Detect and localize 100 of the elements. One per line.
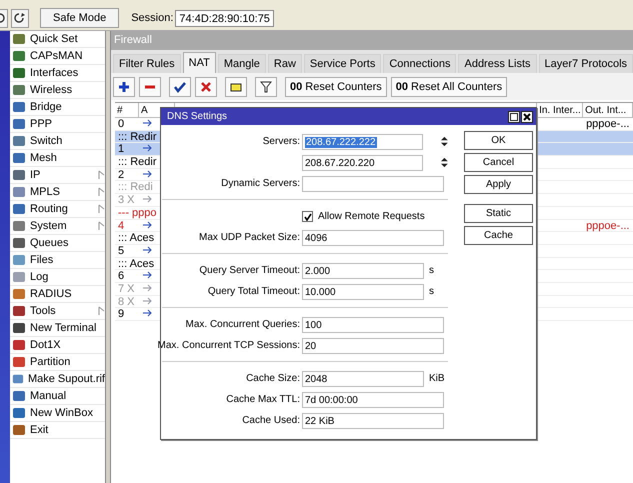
field-label: Cache Used: — [241, 415, 301, 426]
redo-button[interactable] — [11, 8, 29, 28]
input-field[interactable]: 2048 — [302, 370, 424, 386]
sidebar-item[interactable]: Make Supout.rif — [10, 371, 105, 388]
tab[interactable]: Address Lists — [458, 54, 537, 73]
tile-icon — [12, 287, 26, 301]
dialog-button[interactable]: Cancel — [464, 153, 533, 172]
sidebar-item[interactable]: Manual — [10, 388, 105, 405]
reset-counters-button[interactable]: 00 Reset Counters — [285, 76, 387, 96]
input-field[interactable]: 2.000 — [302, 262, 424, 278]
tab[interactable]: Filter Rules — [113, 54, 181, 73]
sidebar-item[interactable]: New WinBox — [10, 405, 105, 422]
input-field[interactable]: 20 — [302, 338, 444, 354]
sidebar-item[interactable]: Log — [10, 269, 105, 286]
sidebar-item[interactable]: Switch — [10, 133, 105, 150]
sidebar-item[interactable]: CAPsMAN — [10, 48, 105, 65]
safe-mode-button[interactable]: Safe Mode — [40, 8, 120, 28]
tab[interactable]: NAT — [182, 52, 216, 73]
input-field[interactable] — [302, 176, 444, 192]
tab[interactable]: Raw — [268, 54, 302, 73]
filter-button[interactable] — [255, 76, 277, 96]
sidebar-item[interactable]: Files — [10, 252, 105, 269]
table-cell-text: pppoe-... — [585, 118, 630, 131]
sidebar-item[interactable]: Routing — [10, 201, 105, 218]
dialog-button[interactable]: Static — [464, 204, 533, 223]
tile-icon — [12, 49, 26, 63]
close-icon — [523, 112, 531, 120]
spinner-icon[interactable] — [441, 136, 448, 147]
session-field[interactable]: 74:4D:28:90:10:75 — [175, 10, 274, 26]
maximize-icon — [510, 112, 518, 120]
table-cell-text: 9 — [117, 308, 126, 322]
disable-button[interactable] — [195, 76, 217, 96]
sidebar-item[interactable]: Tools — [10, 303, 105, 320]
tab[interactable]: Service Ports — [304, 54, 382, 73]
sidebar-item[interactable]: MPLS — [10, 184, 105, 201]
input-field[interactable]: 4096 — [302, 230, 444, 246]
maximize-button[interactable] — [508, 110, 520, 122]
comment-text: ::: Aces — [117, 258, 154, 270]
enable-button[interactable] — [169, 76, 191, 96]
tile-icon — [12, 389, 26, 403]
arrow-icon — [142, 144, 152, 152]
input-field[interactable]: 208.67.222.222 — [302, 134, 424, 150]
input-field[interactable]: 22 KiB — [302, 412, 444, 428]
remove-button[interactable] — [139, 76, 161, 96]
sidebar-item[interactable]: Partition — [10, 354, 105, 371]
spinner-icon[interactable] — [441, 157, 448, 168]
sidebar-item[interactable]: Exit — [10, 422, 105, 439]
sidebar-item[interactable]: Queues — [10, 235, 105, 252]
tile-icon — [12, 134, 26, 148]
sidebar-item[interactable]: Bridge — [10, 99, 105, 116]
tile-icon — [12, 151, 26, 165]
tile-icon — [12, 83, 26, 97]
sidebar-item[interactable]: Dot1X — [10, 337, 105, 354]
tile-icon — [12, 304, 26, 318]
field-label: Max. Concurrent Queries: — [184, 319, 301, 330]
table-cell-text: 6 — [117, 270, 126, 283]
sidebar-item[interactable]: Quick Set — [10, 31, 105, 48]
add-button[interactable] — [113, 76, 135, 96]
session-label: Session: — [131, 12, 174, 24]
reset-counters-button[interactable]: 00 Reset All Counters — [390, 76, 508, 96]
input-field[interactable]: 100 — [302, 316, 444, 332]
tile-icon — [12, 219, 26, 233]
arrow-icon — [142, 119, 152, 127]
tile-icon — [12, 202, 26, 216]
tab[interactable]: Connections — [383, 54, 456, 73]
unit-label: KiB — [429, 373, 445, 384]
input-field[interactable]: 7d 00:00:00 — [302, 392, 444, 408]
arrow-icon — [142, 246, 152, 254]
cross-icon — [200, 80, 212, 92]
dialog-button[interactable]: Apply — [464, 175, 533, 194]
sidebar-item[interactable]: New Terminal — [10, 320, 105, 337]
sidebar-item[interactable]: System — [10, 218, 105, 235]
sidebar-item[interactable]: Mesh — [10, 150, 105, 167]
tile-icon — [12, 423, 26, 437]
sidebar-item[interactable]: Interfaces — [10, 65, 105, 82]
close-button[interactable] — [521, 110, 533, 122]
comment-button[interactable] — [225, 76, 247, 96]
checkbox-label: Allow Remote Requests — [318, 211, 425, 222]
table-cell-text: pppoe-... — [585, 220, 630, 232]
tile-icon — [12, 355, 26, 369]
dialog-button[interactable]: OK — [464, 131, 533, 150]
comment-text: ::: Redir — [117, 130, 157, 144]
checkmark-icon — [174, 80, 186, 92]
column-header[interactable]: Out. Int... — [583, 103, 633, 118]
checkbox[interactable] — [302, 211, 313, 222]
input-field[interactable]: 10.000 — [302, 284, 424, 300]
tile-icon — [12, 270, 26, 284]
tab[interactable]: Mangle — [218, 54, 266, 73]
arrow-icon — [142, 170, 152, 178]
dialog-button[interactable]: Cache — [464, 226, 533, 245]
table-cell-text: 3 X — [117, 194, 136, 207]
sidebar-item[interactable]: IP — [10, 167, 105, 184]
arrow-icon — [142, 296, 152, 305]
column-header[interactable]: # — [115, 103, 139, 118]
sidebar-item[interactable]: RADIUS — [10, 286, 105, 303]
input-field[interactable]: 208.67.220.220 — [302, 154, 424, 170]
tab[interactable]: Layer7 Protocols — [538, 54, 633, 73]
sidebar-item[interactable]: Wireless — [10, 82, 105, 99]
sidebar-item[interactable]: PPP — [10, 116, 105, 133]
arrow-icon — [142, 195, 152, 204]
